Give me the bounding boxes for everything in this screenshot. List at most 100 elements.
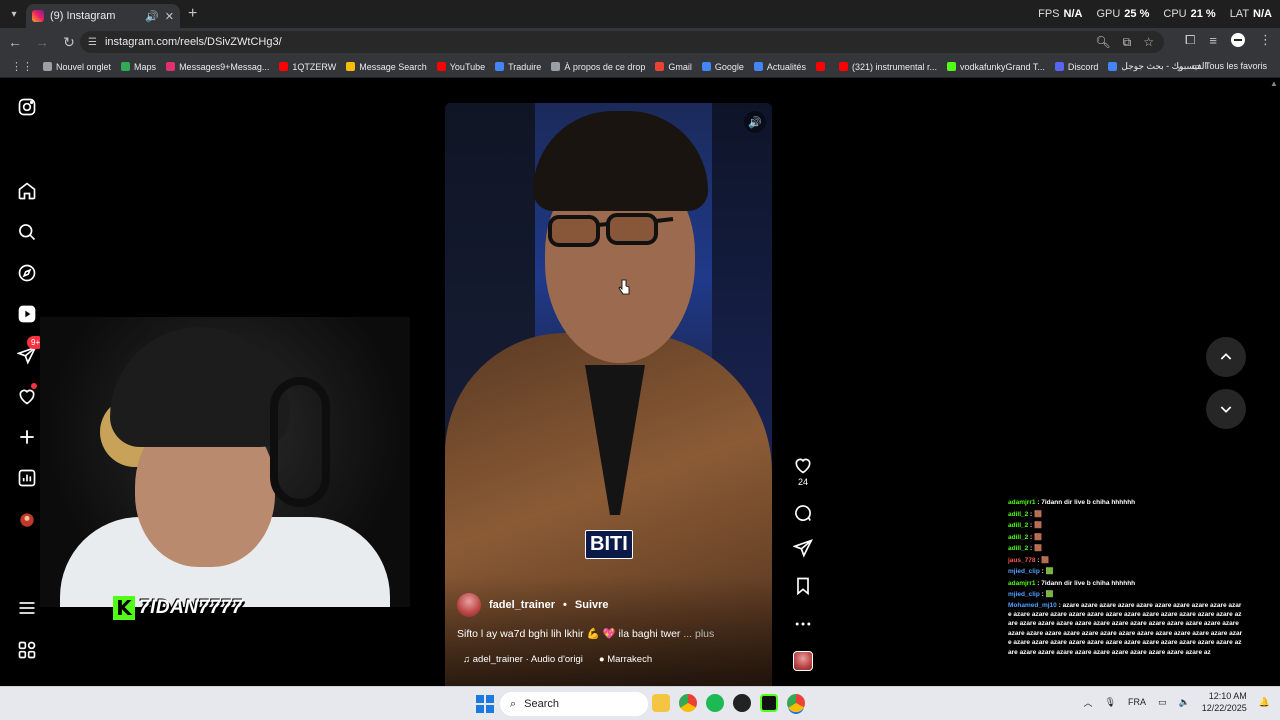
chat-text: 🟫 xyxy=(1034,533,1043,541)
comment-icon xyxy=(795,505,811,521)
kick-app-icon[interactable] xyxy=(760,694,778,712)
more-menu-icon[interactable] xyxy=(14,595,40,621)
chrome-icon[interactable] xyxy=(679,694,697,712)
comment-button[interactable] xyxy=(790,503,816,523)
extensions-icon[interactable]: ⧠ xyxy=(1185,32,1195,48)
explore-icon[interactable] xyxy=(14,260,40,286)
create-plus-icon[interactable] xyxy=(14,424,40,450)
reel-location[interactable]: ● Marrakech xyxy=(599,654,652,665)
bookmark-item[interactable]: Maps xyxy=(116,57,161,77)
home-icon[interactable] xyxy=(14,178,40,204)
bookmark-star-icon[interactable]: ☆ xyxy=(1143,35,1154,50)
tray-overflow-icon[interactable]: ︿ xyxy=(1084,696,1093,709)
bookmark-favicon-icon xyxy=(279,62,289,71)
bookmark-favicon-icon xyxy=(838,62,848,71)
instagram-logo-icon[interactable] xyxy=(14,94,40,120)
notifications-bell-icon[interactable]: 🔔 xyxy=(1259,697,1270,708)
bookmark-favicon-icon xyxy=(436,62,446,71)
audio-thumbnail[interactable] xyxy=(793,651,813,671)
more-options-button[interactable] xyxy=(790,614,816,634)
new-tab-button[interactable]: + xyxy=(188,5,197,23)
dashboard-icon[interactable] xyxy=(14,465,40,491)
chat-username: adill_2 xyxy=(1008,510,1029,518)
bookmarks-overflow-icon[interactable]: » xyxy=(1172,59,1188,79)
reel-video[interactable]: 🔊 BITI fadel_trainer • Suivre Sifto l ay… xyxy=(445,103,772,686)
site-info-icon[interactable]: ☰ xyxy=(88,37,97,48)
location-pin-icon: ● xyxy=(598,654,608,665)
language-indicator[interactable]: FRA xyxy=(1128,697,1146,707)
taskbar-search-label: Search xyxy=(524,698,560,710)
bookmark-item[interactable]: Messages9+Messag... xyxy=(161,57,274,77)
reload-button[interactable]: ↻ xyxy=(57,30,81,54)
scrollbar-up-arrow[interactable]: ▲ xyxy=(1270,79,1280,91)
clock[interactable]: 12:10 AM 12/22/2025 xyxy=(1202,690,1247,714)
bookmark-item[interactable]: vodkafunkyGrand T... xyxy=(942,57,1050,77)
windows-start-icon[interactable] xyxy=(476,695,494,713)
profile-avatar[interactable] xyxy=(1231,33,1245,47)
hand-cursor-icon xyxy=(618,279,630,295)
network-icon[interactable]: ▭ xyxy=(1158,697,1167,708)
like-button[interactable]: 24 xyxy=(790,455,816,487)
bookmark-item[interactable]: (321) instrumental r... xyxy=(834,57,942,77)
bookmark-item[interactable] xyxy=(811,57,834,77)
reel-description: Sifto l ay wa7d bghi lih lkhir 💪 💖 ila b… xyxy=(457,627,714,640)
save-button[interactable] xyxy=(790,576,816,596)
address-bar[interactable]: ☰ instagram.com/reels/DSivZWtCHg3/ 🔍︎ ⧉ … xyxy=(80,31,1164,53)
close-icon[interactable]: ✕ xyxy=(165,10,174,23)
url-text[interactable]: instagram.com/reels/DSivZWtCHg3/ xyxy=(105,36,282,48)
tab-search-button[interactable]: ▾ xyxy=(4,4,24,24)
bookmark-item[interactable]: Message Search xyxy=(341,57,432,77)
search-icon[interactable] xyxy=(14,219,40,245)
chat-username: adill_2 xyxy=(1008,545,1029,552)
taskbar-search[interactable]: ⌕ Search xyxy=(500,692,648,716)
volume-icon[interactable]: 🔊 xyxy=(744,111,766,133)
see-more-link[interactable]: ... plus xyxy=(683,628,714,640)
file-explorer-icon[interactable] xyxy=(652,694,670,712)
chat-username: mjied_clip xyxy=(1008,591,1040,598)
bookmark-item[interactable]: Traduire xyxy=(490,57,546,77)
messages-icon[interactable]: 9+ xyxy=(14,336,45,368)
bookmark-item[interactable]: À propos de ce drop xyxy=(546,57,650,77)
forward-button[interactable]: → xyxy=(30,30,54,54)
follow-button[interactable]: Suivre xyxy=(575,599,609,611)
spotify-icon[interactable] xyxy=(706,694,724,712)
obs-icon[interactable] xyxy=(733,694,751,712)
back-button[interactable]: ← xyxy=(3,30,27,54)
menu-icon[interactable]: ⋮ xyxy=(1259,32,1272,48)
profile-avatar-icon[interactable] xyxy=(14,507,40,533)
clock-date: 12/22/2025 xyxy=(1201,703,1247,713)
previous-reel-button[interactable] xyxy=(1206,337,1246,377)
also-from-meta-icon[interactable] xyxy=(14,637,40,663)
speaker-icon[interactable]: 🔊 xyxy=(145,10,159,23)
notifications-heart-icon[interactable] xyxy=(14,383,40,409)
apps-icon[interactable]: ⋮⋮ xyxy=(6,57,38,77)
bookmark-label: Traduire xyxy=(508,61,542,72)
windows-taskbar: ⌕ Search ︿ 🎙 FRA ▭ 🔈 12:10 AM 12/22/2025… xyxy=(0,686,1280,720)
chat-username: adamjrr1 xyxy=(1008,499,1036,506)
chat-message: mjied_clip : 🟩 xyxy=(1008,589,1244,601)
bookmark-item[interactable]: Discord xyxy=(1050,57,1104,77)
tab-instagram[interactable]: (9) Instagram 🔊 ✕ xyxy=(26,4,180,28)
share-button[interactable] xyxy=(790,538,816,558)
microphone-icon[interactable]: 🎙 xyxy=(1105,697,1116,708)
volume-icon[interactable]: 🔈 xyxy=(1179,697,1190,708)
bookmark-item[interactable]: Google xyxy=(697,57,749,77)
all-bookmarks-button[interactable]: ▭ Tous les favoris xyxy=(1187,56,1272,76)
cast-icon[interactable]: ⧉ xyxy=(1123,35,1132,50)
kick-logo-icon: K xyxy=(113,596,135,620)
bookmark-item[interactable]: Gmail xyxy=(650,57,697,77)
chrome-active-icon[interactable] xyxy=(787,694,805,712)
bookmark-item[interactable]: Actualités xyxy=(749,57,811,77)
author-username[interactable]: fadel_trainer xyxy=(489,599,555,611)
reels-icon[interactable] xyxy=(14,301,40,327)
bookmark-label: Google xyxy=(714,61,744,72)
next-reel-button[interactable] xyxy=(1206,389,1246,429)
tab-strip: ▾ (9) Instagram 🔊 ✕ + FPS N/A GPU 25 % CPU… xyxy=(0,0,1280,28)
author-avatar[interactable] xyxy=(457,593,481,617)
zoom-icon[interactable]: 🔍︎ xyxy=(1095,35,1110,50)
media-controls-icon[interactable]: ≡ xyxy=(1209,33,1217,48)
bookmark-item[interactable]: Nouvel onglet xyxy=(38,57,116,77)
bookmark-item[interactable]: 1QTZERW xyxy=(274,57,341,77)
reel-audio[interactable]: ♫ adel_trainer · Audio d'origi xyxy=(463,654,583,665)
bookmark-item[interactable]: YouTube xyxy=(432,57,490,77)
